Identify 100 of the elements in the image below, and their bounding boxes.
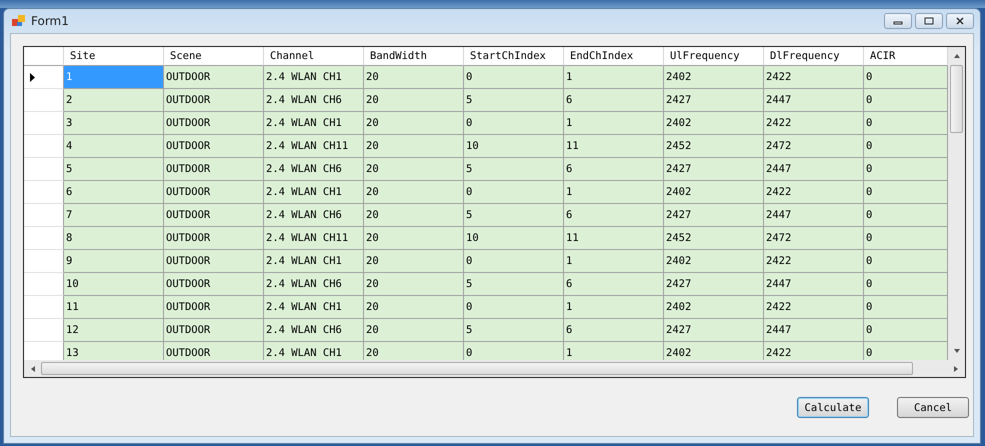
table-cell: OUTDOOR <box>164 158 264 181</box>
table-cell: 1 <box>64 66 164 89</box>
column-header[interactable]: EndChIndex <box>564 47 664 66</box>
table-cell: OUTDOOR <box>164 204 264 227</box>
table-cell: OUTDOOR <box>164 135 264 158</box>
maximize-button[interactable] <box>915 13 943 29</box>
table-cell: 10 <box>464 135 564 158</box>
table-cell: 20 <box>364 296 464 319</box>
column-header[interactable]: ACIR <box>864 47 948 66</box>
table-cell: 2422 <box>764 112 864 135</box>
table-cell: 0 <box>864 227 948 250</box>
table-cell: 20 <box>364 273 464 296</box>
table-cell: 0 <box>864 66 948 89</box>
table-cell: 2447 <box>764 158 864 181</box>
table-cell: 2402 <box>664 296 764 319</box>
table-cell: 6 <box>564 319 664 342</box>
table-cell: 1 <box>564 66 664 89</box>
table-cell: OUTDOOR <box>164 273 264 296</box>
table-cell: OUTDOOR <box>164 319 264 342</box>
table-cell: 2.4 WLAN CH1 <box>264 342 364 360</box>
table-cell: 5 <box>464 204 564 227</box>
table-cell: 20 <box>364 112 464 135</box>
table-cell: 6 <box>564 273 664 296</box>
table-cell: 0 <box>464 342 564 360</box>
table-cell: 2422 <box>764 66 864 89</box>
table-cell: 3 <box>64 112 164 135</box>
table-cell: 4 <box>64 135 164 158</box>
table-cell: 20 <box>364 158 464 181</box>
table-cell: 2452 <box>664 227 764 250</box>
table-cell: 10 <box>64 273 164 296</box>
close-button[interactable] <box>946 13 974 29</box>
table-cell: 2402 <box>664 181 764 204</box>
table-cell: OUTDOOR <box>164 66 264 89</box>
column-header[interactable]: DlFrequency <box>764 47 864 66</box>
table-cell: 1 <box>564 181 664 204</box>
table-cell: 9 <box>64 250 164 273</box>
dialog-button[interactable]: Cancel <box>897 397 969 418</box>
table-cell: 0 <box>864 204 948 227</box>
table-cell: OUTDOOR <box>164 296 264 319</box>
table-cell: 20 <box>364 250 464 273</box>
table-cell: 2402 <box>664 250 764 273</box>
table-cell: 2472 <box>764 227 864 250</box>
table-cell: 0 <box>864 158 948 181</box>
table-cell: 0 <box>464 112 564 135</box>
table-cell: 20 <box>364 342 464 360</box>
minimize-button[interactable] <box>884 13 912 29</box>
table-cell: 0 <box>864 250 948 273</box>
table-cell: 2402 <box>664 342 764 360</box>
table-cell: 1 <box>564 296 664 319</box>
table-cell: 0 <box>464 250 564 273</box>
column-header[interactable]: Channel <box>264 47 364 66</box>
table-cell: 0 <box>864 89 948 112</box>
app-icon <box>12 15 26 27</box>
table-cell: 0 <box>464 296 564 319</box>
table-cell: 0 <box>864 319 948 342</box>
table-cell: 2427 <box>664 273 764 296</box>
table-cell: 2.4 WLAN CH6 <box>264 273 364 296</box>
table-cell: 20 <box>364 181 464 204</box>
table-cell: 20 <box>364 89 464 112</box>
table-cell: 2422 <box>764 342 864 360</box>
table-cell: 0 <box>864 181 948 204</box>
table-cell: 0 <box>864 273 948 296</box>
row-header[interactable] <box>24 66 64 89</box>
table-cell: 2.4 WLAN CH1 <box>264 250 364 273</box>
table-cell: 0 <box>864 342 948 360</box>
column-header[interactable]: StartChIndex <box>464 47 564 66</box>
table-cell: OUTDOOR <box>164 89 264 112</box>
maximize-icon <box>924 17 934 25</box>
window-title: Form1 <box>31 14 70 28</box>
table-cell: 2 <box>64 89 164 112</box>
dialog-button[interactable]: Calculate <box>797 397 869 418</box>
table-cell: 2422 <box>764 250 864 273</box>
table-cell: 2.4 WLAN CH6 <box>264 158 364 181</box>
table-cell: 11 <box>564 227 664 250</box>
column-header[interactable]: Scene <box>164 47 264 66</box>
table-cell: 2.4 WLAN CH1 <box>264 112 364 135</box>
column-header[interactable]: BandWidth <box>364 47 464 66</box>
table-cell: 20 <box>364 227 464 250</box>
table-cell: 2.4 WLAN CH6 <box>264 204 364 227</box>
table-cell: 2.4 WLAN CH6 <box>264 89 364 112</box>
vertical-scrollbar[interactable] <box>948 47 965 360</box>
table-cell: 0 <box>864 296 948 319</box>
table-cell: 12 <box>64 319 164 342</box>
table-cell: OUTDOOR <box>164 342 264 360</box>
table-cell: 2447 <box>764 273 864 296</box>
table-cell: 2452 <box>664 135 764 158</box>
table-cell: 20 <box>364 319 464 342</box>
table-cell: 8 <box>64 227 164 250</box>
column-header[interactable]: Site <box>64 47 164 66</box>
table-cell: 2.4 WLAN CH11 <box>264 227 364 250</box>
table-cell: 7 <box>64 204 164 227</box>
table-cell: 6 <box>564 158 664 181</box>
table-cell: 20 <box>364 66 464 89</box>
table-cell: 1 <box>564 250 664 273</box>
table-cell: 6 <box>564 89 664 112</box>
table-cell: 2447 <box>764 204 864 227</box>
table-cell: 2472 <box>764 135 864 158</box>
column-header[interactable]: UlFrequency <box>664 47 764 66</box>
close-icon <box>955 17 965 25</box>
table-cell: 5 <box>464 319 564 342</box>
